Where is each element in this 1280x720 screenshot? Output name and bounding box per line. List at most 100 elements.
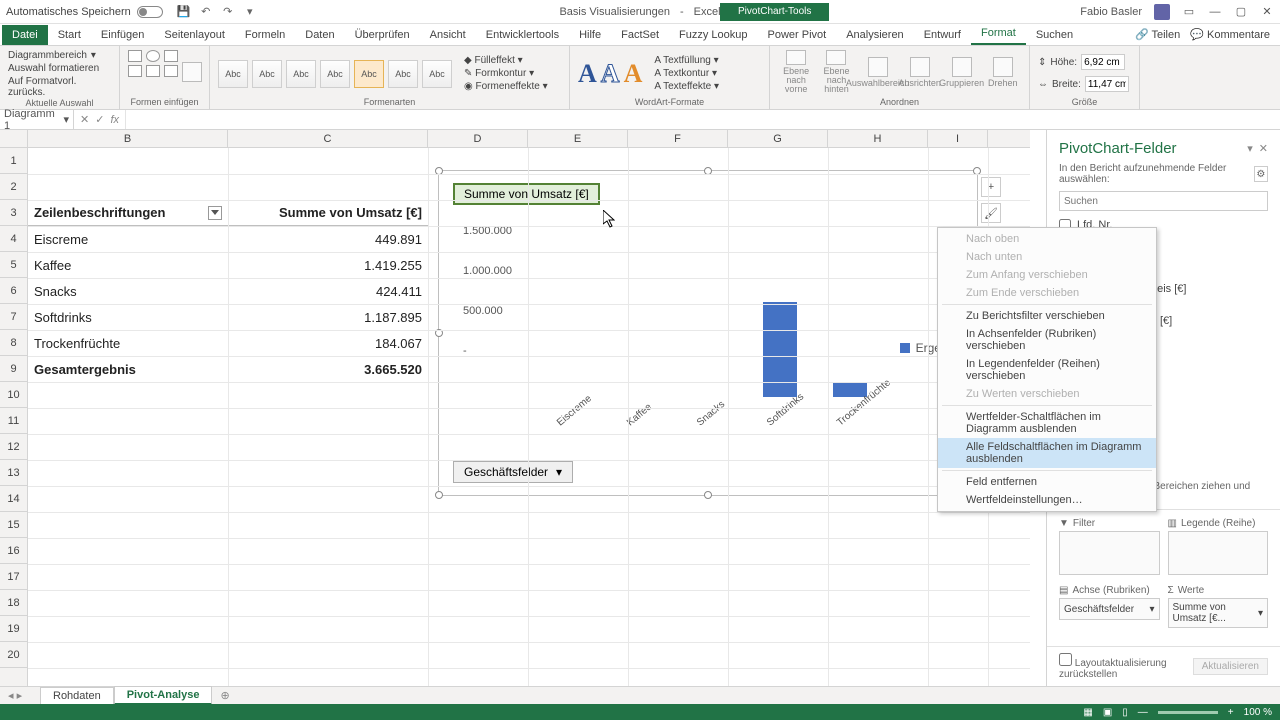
row-headers[interactable]: 1234567891011121314151617181920 xyxy=(0,148,28,686)
undo-icon[interactable]: ↶ xyxy=(199,5,213,19)
shape-style-1[interactable]: Abc xyxy=(218,60,248,88)
row-header[interactable]: 2 xyxy=(0,174,27,200)
tab-formeln[interactable]: Formeln xyxy=(235,25,295,45)
zoom-level[interactable]: 100 % xyxy=(1244,707,1272,718)
toggle-icon[interactable] xyxy=(137,6,163,18)
chevron-down-icon[interactable]: ▾ xyxy=(1258,608,1263,619)
pivot-chart[interactable]: + 🖌 Summe von Umsatz [€] 1.500.000 1.000… xyxy=(438,170,978,496)
sheet-nav-icons[interactable]: ◂ ▸ xyxy=(8,689,22,702)
column-header[interactable]: B xyxy=(28,130,228,147)
chart-bar[interactable] xyxy=(833,382,867,397)
tab-daten[interactable]: Daten xyxy=(295,25,344,45)
tab-suchen[interactable]: Suchen xyxy=(1026,25,1083,45)
values-drop-area[interactable]: Summe von Umsatz [€...▾ xyxy=(1168,598,1269,628)
chart-element-selector[interactable]: Diagrammbereich xyxy=(8,50,87,61)
shape-line-icon[interactable] xyxy=(164,50,178,62)
update-button[interactable]: Aktualisieren xyxy=(1193,658,1268,675)
close-icon[interactable]: ✕ xyxy=(1260,5,1274,19)
share-button[interactable]: 🔗 Teilen xyxy=(1135,28,1180,41)
defer-layout-checkbox[interactable]: Layoutaktualisierung zurückstellen xyxy=(1059,653,1193,680)
align-button[interactable]: Ausrichten xyxy=(901,50,939,94)
row-header[interactable]: 10 xyxy=(0,382,27,408)
column-header[interactable]: H xyxy=(828,130,928,147)
column-header[interactable]: D xyxy=(428,130,528,147)
row-header[interactable]: 9 xyxy=(0,356,27,382)
row-header[interactable]: 12 xyxy=(0,434,27,460)
shape-rect-icon[interactable] xyxy=(128,50,142,62)
ctx-hide-value-buttons[interactable]: Wertfelder-Schaltflächen im Diagramm aus… xyxy=(938,408,1156,438)
zoom-slider[interactable] xyxy=(1158,711,1218,714)
change-shape-button[interactable] xyxy=(182,50,202,94)
shape-more-icon[interactable] xyxy=(164,65,178,77)
chevron-down-icon[interactable]: ▾ xyxy=(1149,604,1154,615)
shape-style-7[interactable]: Abc xyxy=(422,60,452,88)
row-header[interactable]: 18 xyxy=(0,590,27,616)
ctx-value-field-settings[interactable]: Wertfeldeinstellungen… xyxy=(938,491,1156,509)
row-header[interactable]: 15 xyxy=(0,512,27,538)
view-normal-icon[interactable]: ▦ xyxy=(1083,707,1092,718)
axis-field-button[interactable]: Geschäftsfelder ▾ xyxy=(453,461,573,483)
shape-style-3[interactable]: Abc xyxy=(286,60,316,88)
pane-menu-icon[interactable]: ▾ xyxy=(1247,142,1253,155)
text-fill-button[interactable]: A Textfüllung ▾ xyxy=(654,55,719,66)
tab-factset[interactable]: FactSet xyxy=(611,25,669,45)
select-all-corner[interactable] xyxy=(0,130,28,148)
tab-start[interactable]: Start xyxy=(48,25,91,45)
chart-elements-button[interactable]: + xyxy=(981,177,1001,197)
column-header[interactable]: I xyxy=(928,130,988,147)
row-header[interactable]: 16 xyxy=(0,538,27,564)
column-header[interactable]: C xyxy=(228,130,428,147)
reset-style-button[interactable]: Auf Formatvorl. zurücks. xyxy=(8,76,111,98)
bring-forward-button[interactable]: Ebene nach vorne xyxy=(778,50,814,94)
save-icon[interactable]: 💾 xyxy=(177,5,191,19)
rotate-button[interactable]: Drehen xyxy=(985,50,1021,94)
name-box[interactable]: Diagramm 1 ▾ xyxy=(0,110,74,129)
resize-handle[interactable] xyxy=(435,491,443,499)
row-header[interactable]: 13 xyxy=(0,460,27,486)
tab-format[interactable]: Format xyxy=(971,23,1026,45)
sheet-tab[interactable]: Rohdaten xyxy=(40,687,114,704)
tab-file[interactable]: Datei xyxy=(2,25,48,45)
height-input[interactable] xyxy=(1081,54,1125,70)
axis-drop-area[interactable]: Geschäftsfelder▾ xyxy=(1059,598,1160,620)
field-search-input[interactable] xyxy=(1059,191,1268,211)
sheet-tab-active[interactable]: Pivot-Analyse xyxy=(114,686,213,705)
column-header[interactable]: G xyxy=(728,130,828,147)
row-header[interactable]: 11 xyxy=(0,408,27,434)
text-effects-button[interactable]: A Texteffekte ▾ xyxy=(654,81,719,92)
tab-entwurf[interactable]: Entwurf xyxy=(914,25,971,45)
chevron-down-icon[interactable]: ▾ xyxy=(91,50,96,61)
tab-seitenlayout[interactable]: Seitenlayout xyxy=(154,25,235,45)
column-headers[interactable]: BCDEFGHI xyxy=(28,130,1030,148)
ctx-to-axis-fields[interactable]: In Achsenfelder (Rubriken) verschieben xyxy=(938,325,1156,355)
gear-icon[interactable]: ⚙ xyxy=(1254,166,1268,182)
view-layout-icon[interactable]: ▣ xyxy=(1103,707,1112,718)
tab-hilfe[interactable]: Hilfe xyxy=(569,25,611,45)
column-header[interactable]: F xyxy=(628,130,728,147)
row-header[interactable]: 17 xyxy=(0,564,27,590)
selection-pane-button[interactable]: Auswahlbereich xyxy=(859,50,897,94)
shape-style-6[interactable]: Abc xyxy=(388,60,418,88)
qat-dropdown-icon[interactable]: ▾ xyxy=(243,5,257,19)
minimize-icon[interactable]: — xyxy=(1208,5,1222,19)
tab-einfuegen[interactable]: Einfügen xyxy=(91,25,154,45)
wordart-style-1[interactable]: A xyxy=(578,59,597,89)
shape-effects-button[interactable]: ◉ Formeneffekte ▾ xyxy=(464,81,548,92)
row-header[interactable]: 3 xyxy=(0,200,27,226)
chart-styles-button[interactable]: 🖌 xyxy=(981,203,1001,223)
ctx-remove-field[interactable]: Feld entfernen xyxy=(938,473,1156,491)
pane-close-icon[interactable]: ✕ xyxy=(1259,142,1268,155)
resize-handle[interactable] xyxy=(704,491,712,499)
wordart-style-3[interactable]: A xyxy=(624,59,643,89)
comments-button[interactable]: 💬 Kommentare xyxy=(1190,28,1270,41)
fx-icon[interactable]: fx xyxy=(110,114,119,126)
wordart-style-2[interactable]: A xyxy=(601,59,620,89)
row-header[interactable]: 6 xyxy=(0,278,27,304)
tab-fuzzy[interactable]: Fuzzy Lookup xyxy=(669,25,757,45)
ctx-to-report-filter[interactable]: Zu Berichtsfilter verschieben xyxy=(938,307,1156,325)
shape-arrow-icon[interactable] xyxy=(146,65,160,77)
row-header[interactable]: 20 xyxy=(0,642,27,668)
row-header[interactable]: 14 xyxy=(0,486,27,512)
width-input[interactable] xyxy=(1085,76,1129,92)
worksheet-grid[interactable]: BCDEFGHI 1234567891011121314151617181920… xyxy=(0,130,1046,686)
